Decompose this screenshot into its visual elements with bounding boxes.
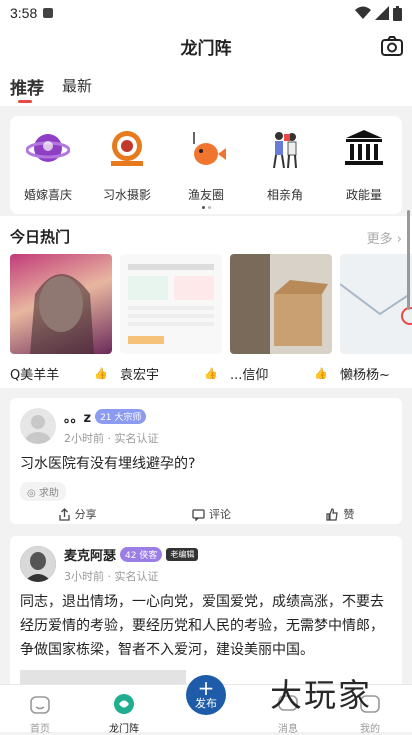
- share-icon: [59, 507, 70, 521]
- avatar[interactable]: [20, 408, 56, 444]
- category-fishing[interactable]: 渔友圈: [168, 128, 244, 203]
- hot-card-image: [230, 254, 332, 354]
- watermark: 大玩家: [270, 676, 373, 714]
- feed-content[interactable]: 婚嫁喜庆 习水摄影 渔友圈 相亲角 政能量 今日热门 更多 › Q美羊羊 👍 袁宏: [0, 106, 412, 684]
- tag-icon: ◎: [27, 488, 36, 499]
- status-bar: 3:58: [0, 0, 412, 26]
- hot-card-image: [120, 254, 222, 354]
- thumbs-up-icon[interactable]: 👍: [314, 367, 328, 380]
- share-label: 分享: [74, 508, 97, 521]
- hot-card-name: 懒杨杨~: [340, 368, 390, 383]
- comment-button[interactable]: 评论: [192, 506, 231, 522]
- thumbs-up-icon[interactable]: 👍: [204, 367, 218, 380]
- app-header: 龙门阵: [0, 26, 412, 66]
- category-bar: 婚嫁喜庆 习水摄影 渔友圈 相亲角 政能量: [10, 116, 402, 214]
- more-link[interactable]: 更多 ›: [367, 228, 402, 247]
- hot-card[interactable]: 懒杨杨~: [340, 254, 412, 383]
- camera-icon[interactable]: [380, 34, 404, 58]
- thumbs-up-icon: [326, 507, 339, 521]
- hot-card-name: ...信仰: [230, 368, 269, 383]
- tab-recommended[interactable]: 推荐: [10, 66, 44, 103]
- plus-icon: +: [197, 676, 215, 700]
- category-label: 习水摄影: [102, 188, 151, 202]
- home-icon: [30, 696, 50, 714]
- post-text: 习水医院有没有埋线避孕的?: [20, 456, 196, 472]
- feed-tabs: 推荐 最新: [0, 66, 412, 106]
- post-card[interactable]: 。。z 21 大宗师 2小时前 · 实名认证 习水医院有没有埋线避孕的? ◎ 求助…: [10, 398, 402, 524]
- username-text: 麦克阿瑟: [64, 549, 117, 564]
- nav-label: 龙门阵: [109, 724, 139, 735]
- category-photography[interactable]: 习水摄影: [89, 128, 165, 203]
- longmenzhen-icon: [114, 694, 134, 714]
- comment-label: 评论: [208, 508, 231, 521]
- username-text: 。。z: [64, 411, 92, 426]
- like-label: 赞: [343, 508, 355, 521]
- category-label: 政能量: [345, 188, 382, 202]
- post-username[interactable]: 麦克阿瑟 42 侠客 老编辑: [64, 545, 199, 564]
- nav-label: 发布: [195, 697, 217, 710]
- category-label: 婚嫁喜庆: [23, 188, 72, 202]
- status-time: 3:58: [10, 5, 38, 21]
- wedding-ring-icon: [25, 134, 71, 162]
- nav-label: 首页: [30, 724, 50, 735]
- post-tag[interactable]: ◎ 求助: [20, 482, 66, 501]
- publish-button[interactable]: + 发布: [186, 675, 226, 715]
- wifi-icon: [355, 6, 371, 19]
- category-matchmaking[interactable]: 相亲角: [247, 128, 323, 203]
- hot-card[interactable]: 袁宏宇 👍: [120, 254, 222, 383]
- post-meta: 3小时前 · 实名认证: [64, 570, 159, 583]
- nav-longmenzhen[interactable]: 龙门阵: [94, 693, 154, 735]
- nav-home[interactable]: 首页: [10, 693, 70, 735]
- post-card[interactable]: 麦克阿瑟 42 侠客 老编辑 3小时前 · 实名认证 同志，退出情场，一心向党，爱国…: [10, 536, 402, 684]
- scrollbar[interactable]: [407, 210, 410, 310]
- page-title: 龙门阵: [180, 38, 232, 59]
- hot-card-image: [340, 254, 412, 354]
- hot-card-name: Q美羊羊: [10, 368, 60, 383]
- category-wedding[interactable]: 婚嫁喜庆: [10, 128, 86, 203]
- category-politics[interactable]: 政能量: [326, 128, 402, 203]
- post-actions: 分享 评论 赞: [10, 506, 402, 522]
- fish-icon: [193, 132, 226, 165]
- avatar[interactable]: [20, 546, 56, 582]
- hot-card[interactable]: ...信仰 👍: [230, 254, 332, 383]
- hot-title: 今日热门: [10, 228, 71, 246]
- tag-text: 求助: [38, 488, 59, 499]
- tab-latest[interactable]: 最新: [62, 66, 92, 96]
- like-button[interactable]: 赞: [326, 506, 354, 522]
- level-badge: 21 大宗师: [95, 409, 147, 424]
- nav-label: 我的: [360, 724, 380, 735]
- level-badge: 42 侠客: [120, 547, 163, 562]
- more-label: 更多: [366, 232, 393, 247]
- signal-icon: [375, 6, 389, 20]
- category-label: 相亲角: [266, 188, 303, 202]
- thumbs-up-icon[interactable]: 👍: [94, 367, 108, 380]
- couple-icon: [273, 132, 297, 169]
- hot-card-name: 袁宏宇: [120, 368, 160, 383]
- hot-today-section: 今日热门 更多 › Q美羊羊 👍 袁宏宇 👍 ...信仰 👍 懒杨杨~: [0, 216, 412, 388]
- post-username[interactable]: 。。z 21 大宗师: [64, 407, 147, 426]
- category-label: 渔友圈: [187, 188, 224, 202]
- battery-icon: [393, 5, 402, 21]
- chevron-right-icon: ›: [396, 232, 402, 247]
- hot-card-image: [10, 254, 112, 354]
- comment-icon: [192, 508, 205, 521]
- carousel-dots: [202, 206, 211, 209]
- notification-icon: [43, 8, 54, 18]
- post-meta: 2小时前 · 实名认证: [64, 432, 159, 445]
- camera-lens-icon: [111, 131, 143, 166]
- share-button[interactable]: 分享: [58, 506, 97, 522]
- government-building-icon: [345, 130, 383, 165]
- post-image[interactable]: [20, 670, 186, 684]
- post-text: 同志，退出情场，一心向党，爱国爱党，成绩高涨，不要去经历爱情的考验，要经历党和人…: [20, 594, 384, 658]
- hot-card[interactable]: Q美羊羊 👍: [10, 254, 112, 383]
- editor-badge: 老编辑: [166, 548, 199, 561]
- nav-label: 消息: [278, 724, 298, 735]
